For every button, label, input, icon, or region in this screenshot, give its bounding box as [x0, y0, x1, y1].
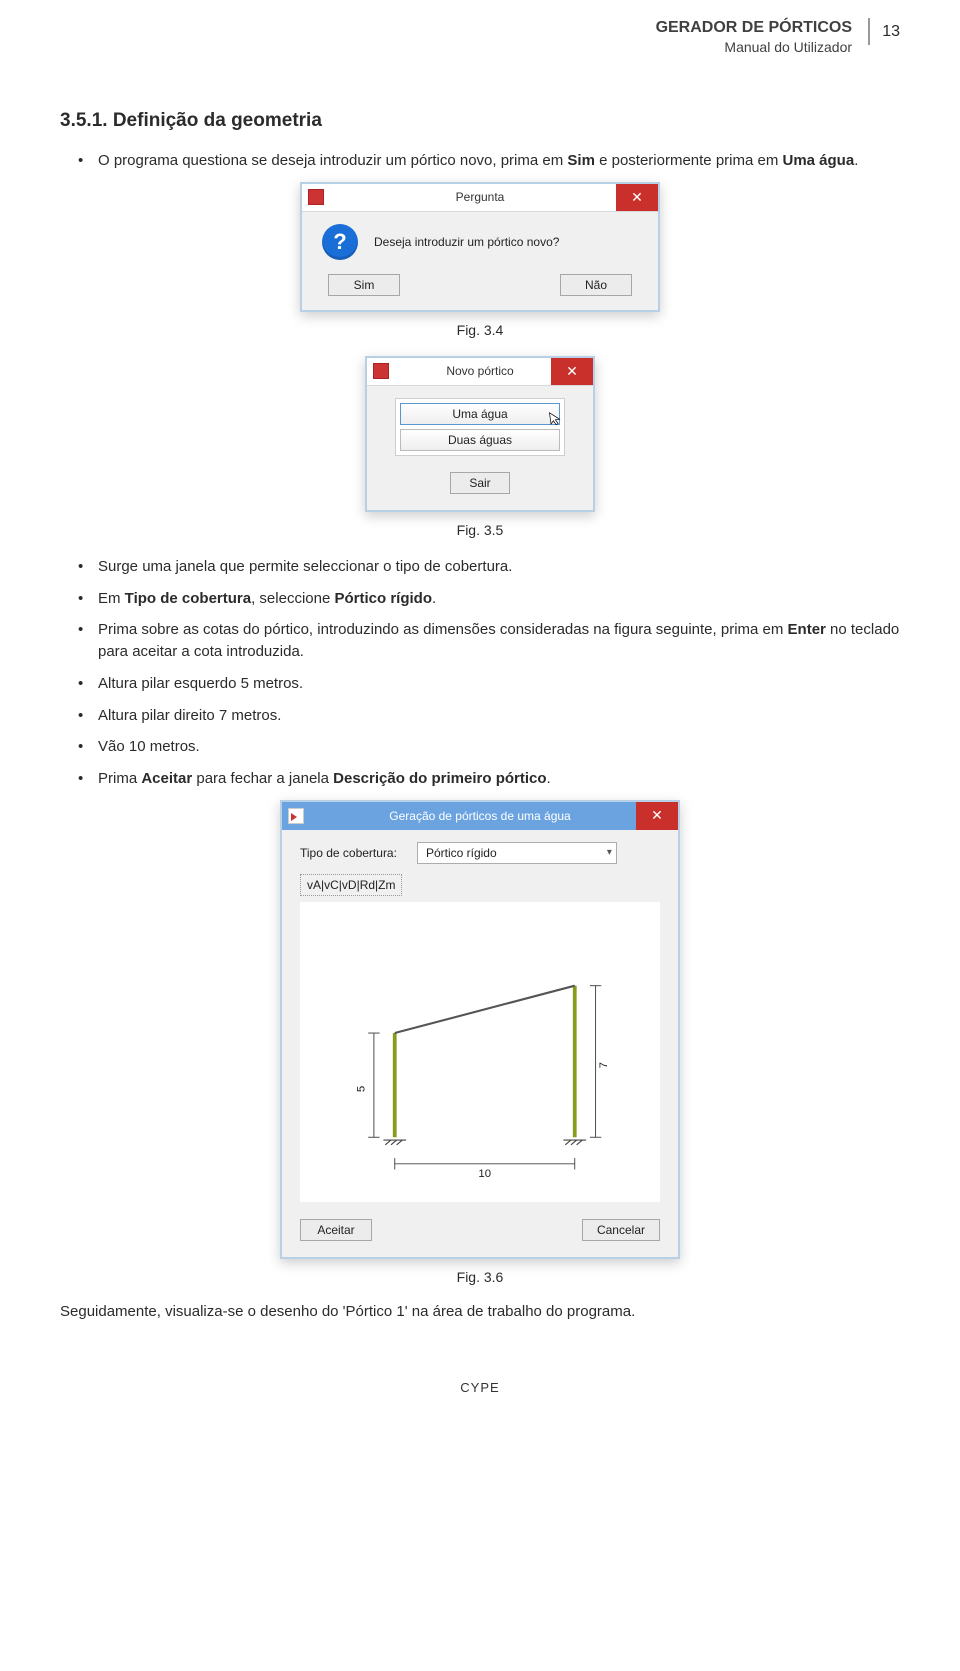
cursor-icon: [548, 409, 564, 429]
dialog-title: Novo pórtico: [446, 364, 513, 378]
figure-caption: Fig. 3.5: [60, 522, 900, 538]
option-duas-aguas[interactable]: Duas águas: [400, 429, 560, 451]
doc-subtitle: Manual do Utilizador: [656, 39, 852, 56]
running-header: GERADOR DE PÓRTICOS Manual do Utilizador…: [656, 18, 900, 56]
exit-button[interactable]: Sair: [450, 472, 510, 494]
span-label: 10: [478, 1168, 491, 1180]
portico-diagram: 10 5 7: [300, 902, 660, 1202]
doc-title: GERADOR DE PÓRTICOS: [656, 18, 852, 37]
no-button[interactable]: Não: [560, 274, 632, 296]
bullet-item: Em Tipo de cobertura, seleccione Pórtico…: [98, 588, 900, 610]
right-height-label: 7: [598, 1062, 610, 1068]
figure-caption: Fig. 3.6: [60, 1269, 900, 1285]
bullet-item: Surge uma janela que permite seleccionar…: [98, 556, 900, 578]
page-number: 13: [868, 18, 900, 45]
bullet-item: Altura pilar direito 7 metros.: [98, 705, 900, 727]
bullet-item: Prima sobre as cotas do pórtico, introdu…: [98, 619, 900, 663]
question-icon: ?: [322, 224, 358, 260]
app-icon: [288, 808, 304, 824]
view-toolbar[interactable]: vA|vC|vD|Rd|Zm: [300, 874, 402, 896]
app-icon: [308, 189, 324, 205]
bullet-item: Prima Aceitar para fechar a janela Descr…: [98, 768, 900, 790]
chevron-down-icon: ▾: [607, 847, 612, 858]
app-icon: [373, 363, 389, 379]
question-text: Deseja introduzir um pórtico novo?: [374, 235, 559, 249]
dialog-title: Pergunta: [456, 190, 505, 204]
cancel-button[interactable]: Cancelar: [582, 1219, 660, 1241]
close-icon[interactable]: ✕: [616, 184, 658, 211]
dialog-novo-portico: Novo pórtico ✕ Uma água Duas águas Sair: [365, 356, 595, 512]
close-icon[interactable]: ✕: [636, 802, 678, 830]
yes-button[interactable]: Sim: [328, 274, 400, 296]
intro-bullet: O programa questiona se deseja introduzi…: [98, 150, 900, 172]
closing-paragraph: Seguidamente, visualiza-se o desenho do …: [60, 1303, 900, 1320]
left-height-label: 5: [355, 1086, 367, 1092]
option-uma-agua[interactable]: Uma água: [400, 403, 560, 425]
bullet-item: Altura pilar esquerdo 5 metros.: [98, 673, 900, 695]
footer-brand: CYPE: [60, 1380, 900, 1395]
figure-caption: Fig. 3.4: [60, 322, 900, 338]
close-icon[interactable]: ✕: [551, 358, 593, 385]
section-heading: 3.5.1. Definição da geometria: [60, 110, 900, 132]
bullet-item: Vão 10 metros.: [98, 736, 900, 758]
accept-button[interactable]: Aceitar: [300, 1219, 372, 1241]
dialog-title: Geração de pórticos de uma água: [389, 809, 570, 823]
dialog-pergunta: Pergunta ✕ ? Deseja introduzir um pórtic…: [300, 182, 660, 312]
dialog-geracao: Geração de pórticos de uma água ✕ Tipo d…: [280, 800, 680, 1259]
field-label: Tipo de cobertura:: [300, 846, 397, 860]
tipo-cobertura-select[interactable]: Pórtico rígido ▾: [417, 842, 617, 864]
